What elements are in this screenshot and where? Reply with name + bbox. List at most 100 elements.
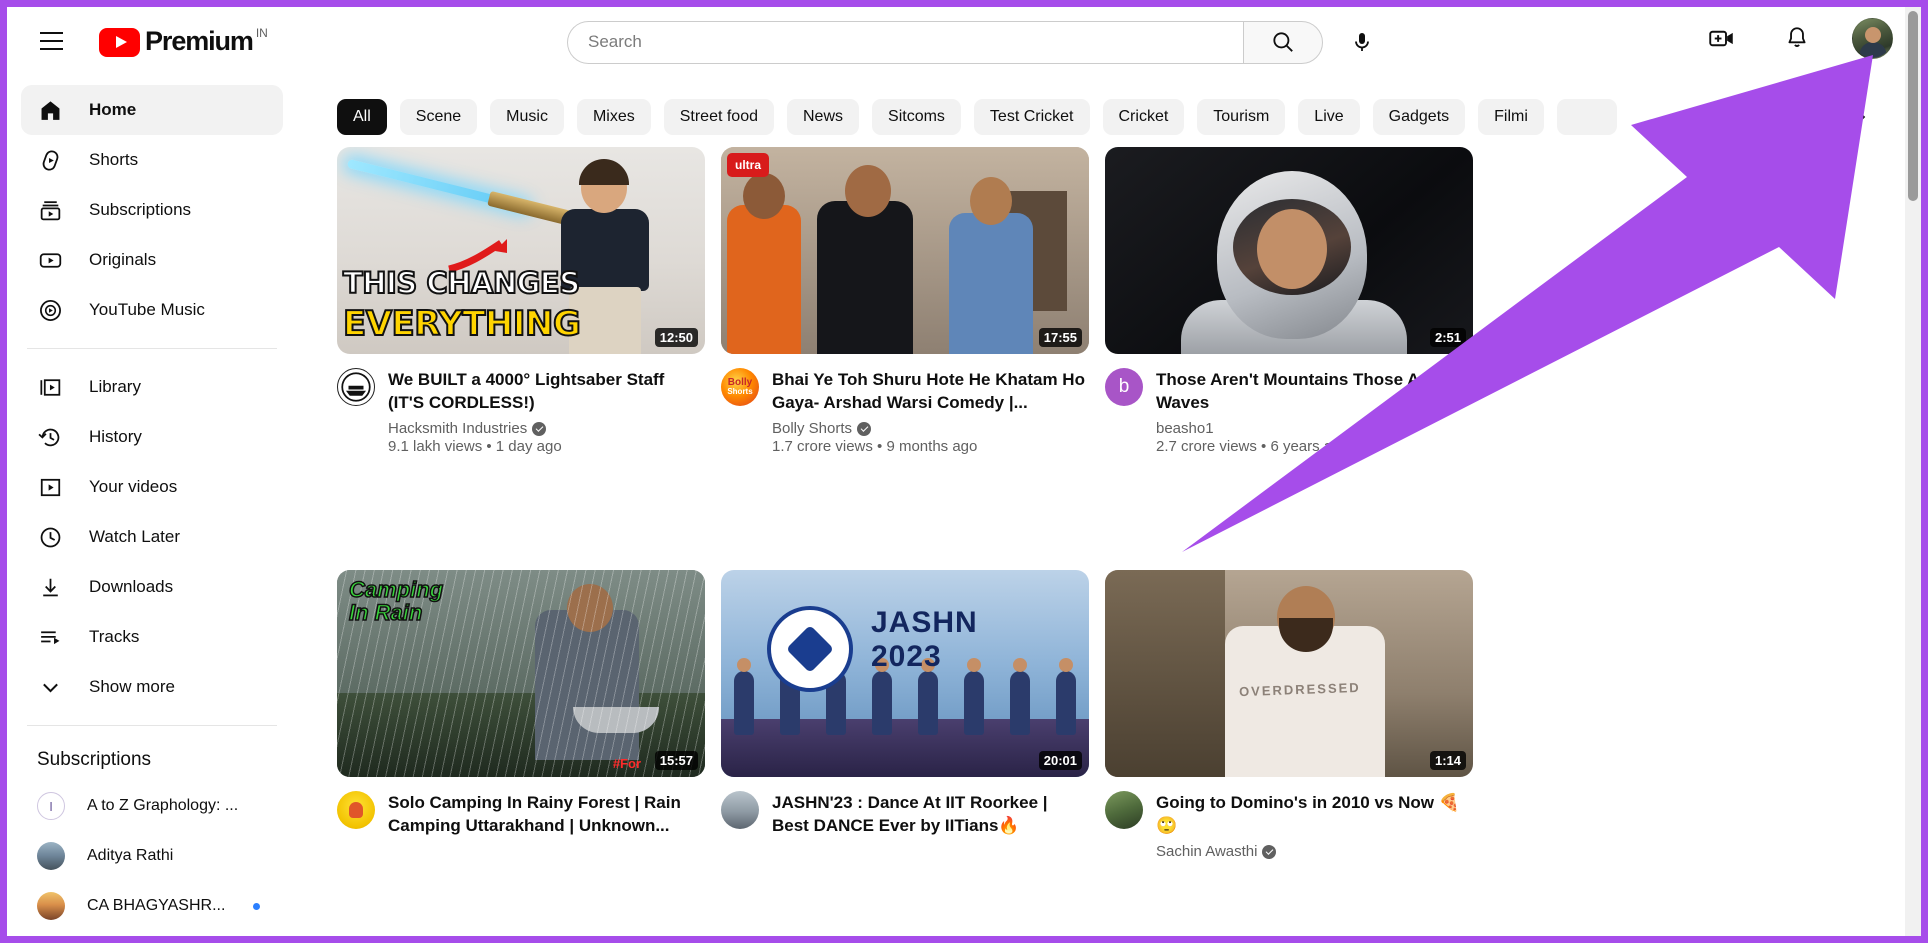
verified-badge-icon	[857, 421, 872, 436]
youtube-premium-logo[interactable]: Premium IN	[99, 26, 268, 57]
sidebar-item-your-videos[interactable]: Your videos	[21, 462, 283, 512]
chip-scene[interactable]: Scene	[399, 99, 478, 135]
video-thumbnail[interactable]: OVERDRESSED 1:14	[1105, 570, 1473, 777]
video-text-block: Solo Camping In Rainy Forest | Rain Camp…	[388, 791, 705, 844]
video-card[interactable]: JASHN 2023 20:01 JASHN'23 : Dance At IIT…	[721, 570, 1089, 936]
subscriptions-heading: Subscriptions	[37, 749, 152, 770]
video-card[interactable]: ultra 17:55 Bolly Shorts Bhai Ye Toh Shur…	[721, 147, 1089, 530]
channel-avatar[interactable]	[337, 791, 375, 829]
search-input-wrapper[interactable]: Search	[567, 20, 1243, 64]
chip-music[interactable]: Music	[490, 99, 564, 135]
channel-avatar[interactable]	[1105, 791, 1143, 829]
video-duration: 15:57	[654, 751, 698, 770]
video-title[interactable]: Going to Domino's in 2010 vs Now 🍕🙄	[1156, 791, 1473, 837]
channel-avatar[interactable]: Bolly Shorts	[721, 368, 759, 406]
video-stats: 2.7 crore views • 6 years ago	[1156, 438, 1349, 456]
channel-avatar[interactable]	[721, 791, 759, 829]
video-thumbnail[interactable]: Camping In Rain #For 15:57	[337, 570, 705, 777]
video-channel[interactable]: Sachin Awasthi	[1156, 843, 1473, 860]
video-thumbnail[interactable]: THIS CHANGES EVERYTHING 12:50	[337, 147, 705, 354]
watch-later-icon	[37, 524, 63, 550]
verified-badge-icon	[1262, 844, 1277, 859]
video-channel[interactable]: Hacksmith Industries	[388, 420, 705, 437]
channel-name-text: Sachin Awasthi	[1156, 843, 1258, 861]
sidebar-item-show-more[interactable]: Show more	[21, 662, 283, 712]
sidebar-item-tracks[interactable]: Tracks	[21, 612, 283, 662]
search-button[interactable]	[1243, 20, 1323, 64]
category-chips-bar[interactable]: All Scene Music Mixes Street food News S…	[337, 89, 1921, 145]
sidebar-item-history[interactable]: History	[21, 412, 283, 462]
thumbnail-text-line1: THIS CHANGES	[342, 265, 581, 301]
page-scrollbar[interactable]	[1905, 7, 1921, 936]
create-video-button[interactable]	[1700, 17, 1742, 59]
thumbnail-tag: #For	[612, 756, 641, 771]
sidebar-item-watch-later[interactable]: Watch Later	[21, 512, 283, 562]
chip-filmi[interactable]: Filmi	[1478, 99, 1544, 135]
video-title[interactable]: We BUILT a 4000° Lightsaber Staff (IT'S …	[388, 368, 705, 414]
sidebar-item-shorts[interactable]: Shorts	[21, 135, 283, 185]
chip-cricket[interactable]: Cricket	[1102, 99, 1185, 135]
video-card[interactable]: OVERDRESSED 1:14 Going to Domino's in 20…	[1105, 570, 1473, 936]
chip-mixes[interactable]: Mixes	[576, 99, 651, 135]
voice-search-button[interactable]	[1340, 20, 1384, 64]
chip-tourism[interactable]: Tourism	[1197, 99, 1286, 135]
chip-street-food[interactable]: Street food	[663, 99, 774, 135]
video-channel[interactable]: Bolly Shorts	[772, 420, 1089, 437]
search-input[interactable]: Search	[588, 32, 642, 52]
sidebar-label: Your videos	[89, 477, 178, 496]
chip-news[interactable]: News	[787, 99, 860, 135]
shorts-icon	[37, 147, 63, 173]
chip-sitcoms[interactable]: Sitcoms	[872, 99, 961, 135]
sidebar-subscription-item[interactable]: CA BHAGYASHR...	[21, 881, 283, 931]
video-stats: 1.7 crore views • 9 months ago	[772, 438, 978, 456]
video-meta: Solo Camping In Rainy Forest | Rain Camp…	[337, 791, 705, 844]
sidebar-item-library[interactable]: Library	[21, 362, 283, 412]
sidebar-item-subscriptions[interactable]: Subscriptions	[21, 185, 283, 235]
thumbnail-title-text: JASHN	[871, 606, 978, 639]
channel-name-text: Hacksmith Industries	[388, 420, 528, 438]
logo-country-code: IN	[255, 25, 268, 40]
thumbnail-year-text: 2023	[871, 640, 942, 673]
history-icon	[37, 424, 63, 450]
account-avatar[interactable]	[1852, 17, 1893, 59]
sidebar-item-downloads[interactable]: Downloads	[21, 562, 283, 612]
sidebar-subscription-item[interactable]: I A to Z Graphology: ...	[21, 781, 283, 831]
video-title[interactable]: Bhai Ye Toh Shuru Hote He Khatam Ho Gaya…	[772, 368, 1089, 414]
video-title[interactable]: Those Aren't Mountains Those Are Waves	[1156, 368, 1473, 414]
chip-all[interactable]: All	[337, 99, 387, 135]
channel-avatar: I	[37, 792, 65, 820]
channel-avatar[interactable]	[337, 368, 375, 406]
video-title[interactable]: JASHN'23 : Dance At IIT Roorkee | Best D…	[772, 791, 1089, 837]
video-text-block: Bhai Ye Toh Shuru Hote He Khatam Ho Gaya…	[772, 368, 1089, 455]
sidebar-subscription-item[interactable]: Aditya Rathi	[21, 831, 283, 881]
sidebar-item-youtube-music[interactable]: YouTube Music	[21, 285, 283, 335]
scrollbar-thumb[interactable]	[1908, 11, 1918, 201]
chips-next-button[interactable]	[1839, 89, 1879, 145]
video-card[interactable]: 2:51 b Those Aren't Mountains Those Are …	[1105, 147, 1473, 530]
video-thumbnail[interactable]: JASHN 2023 20:01	[721, 570, 1089, 777]
video-thumbnail[interactable]: 2:51	[1105, 147, 1473, 354]
video-meta: b Those Aren't Mountains Those Are Waves…	[1105, 368, 1473, 455]
video-card[interactable]: THIS CHANGES EVERYTHING 12:50 We BUILT a…	[337, 147, 705, 530]
chip-gadgets[interactable]: Gadgets	[1372, 99, 1466, 135]
video-duration: 12:50	[654, 328, 698, 347]
thumbnail-label: Camping In Rain	[348, 577, 444, 626]
video-duration: 17:55	[1038, 328, 1082, 347]
sidebar-item-originals[interactable]: Originals	[21, 235, 283, 285]
library-icon	[37, 374, 63, 400]
notifications-button[interactable]	[1776, 17, 1818, 59]
search-icon	[1273, 32, 1293, 52]
channel-avatar[interactable]: b	[1105, 368, 1143, 406]
video-thumbnail[interactable]: ultra 17:55	[721, 147, 1089, 354]
chip-next-partial[interactable]	[1556, 99, 1617, 135]
video-title[interactable]: Solo Camping In Rainy Forest | Rain Camp…	[388, 791, 705, 837]
sidebar-item-home[interactable]: Home	[21, 85, 283, 135]
menu-icon[interactable]	[25, 15, 77, 67]
video-card[interactable]: Camping In Rain #For 15:57 Solo Camping …	[337, 570, 705, 936]
chip-live[interactable]: Live	[1298, 99, 1360, 135]
chevron-down-icon	[37, 674, 63, 700]
sidebar-label: Show more	[89, 677, 175, 696]
chip-test-cricket[interactable]: Test Cricket	[973, 99, 1090, 135]
video-channel[interactable]: beasho1	[1156, 420, 1473, 437]
logo-text: Premium	[145, 25, 254, 56]
